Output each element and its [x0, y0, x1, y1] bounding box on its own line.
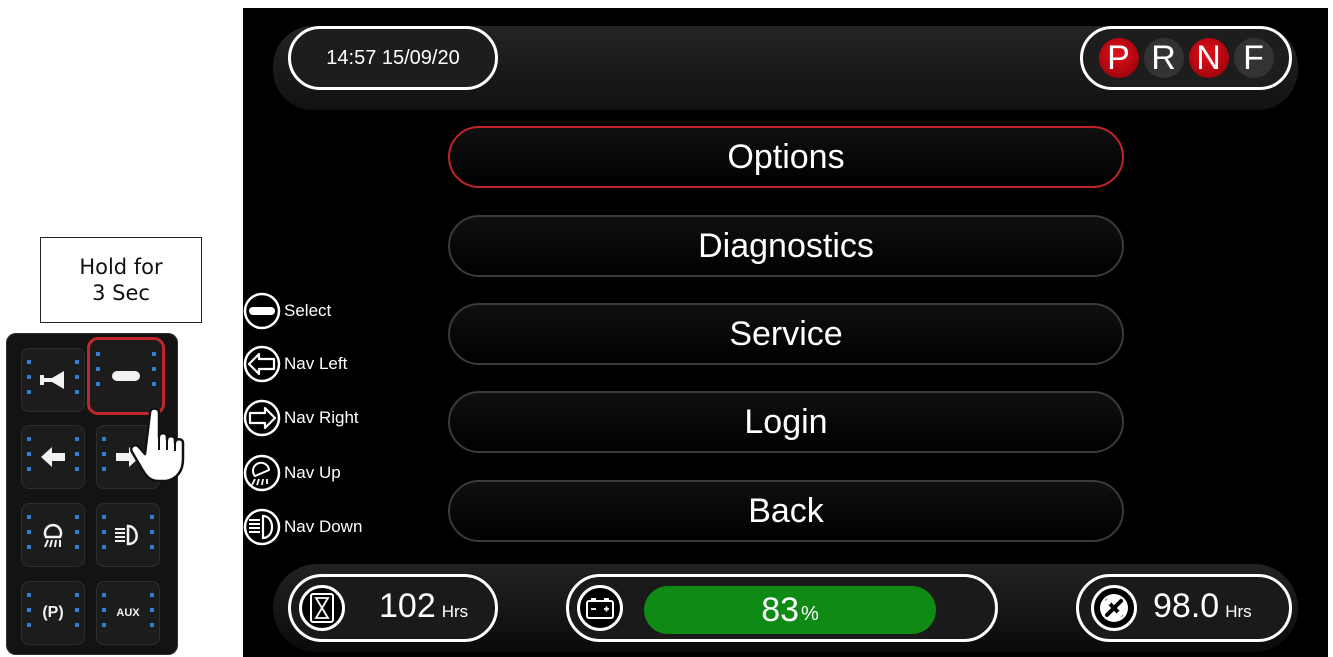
select-key[interactable] — [90, 340, 162, 412]
aux-label: AUX — [116, 607, 140, 619]
nav-left-key[interactable] — [21, 425, 85, 489]
menu-back-button[interactable]: Back — [448, 480, 1124, 542]
gear-p: P — [1098, 38, 1139, 78]
legend-nav-down: Nav Down — [243, 508, 362, 546]
hour-meter-value: 102 — [379, 587, 436, 625]
wrench-screwdriver-icon — [1091, 585, 1137, 631]
work-light-key[interactable] — [21, 503, 85, 567]
gear-f: F — [1233, 38, 1274, 78]
headlight-icon — [115, 524, 138, 546]
legend-select: Select — [243, 292, 331, 330]
legend-nav-left-label: Nav Left — [284, 354, 348, 373]
battery-meter: 83% — [566, 574, 998, 642]
legend-nav-down-label: Nav Down — [284, 517, 363, 536]
legend-select-label: Select — [284, 301, 332, 320]
display-screen: 14:57 15/09/20 P R N F Options Diagnosti… — [243, 8, 1328, 657]
aux-key[interactable]: AUX — [96, 581, 160, 645]
horn-icon — [40, 371, 64, 389]
physical-keypad: (P) AUX — [6, 333, 178, 655]
headlight-icon — [243, 508, 281, 546]
gear-indicator: P R N F — [1080, 26, 1292, 90]
service-meter-unit: Hrs — [1225, 602, 1252, 621]
legend-nav-up-label: Nav Up — [284, 463, 341, 482]
legend-nav-right: Nav Right — [243, 399, 359, 437]
select-bar-icon — [112, 371, 140, 381]
parking-brake-icon: (P) — [42, 604, 64, 621]
battery-unit: % — [801, 602, 819, 625]
hour-meter-unit: Hrs — [441, 602, 469, 621]
work-light-icon — [243, 454, 281, 492]
work-light-icon — [43, 523, 63, 548]
hold-hint-label: Hold for 3 Sec — [40, 237, 202, 323]
date-time-display: 14:57 15/09/20 — [288, 26, 498, 90]
hint-line-2: 3 Sec — [92, 281, 150, 305]
horn-key[interactable] — [21, 348, 85, 412]
service-meter: 98.0 Hrs — [1076, 574, 1292, 642]
arrow-right-icon — [243, 399, 281, 437]
legend-nav-left: Nav Left — [243, 345, 347, 383]
hourglass-icon — [299, 585, 345, 631]
menu-login-button[interactable]: Login — [448, 391, 1124, 453]
legend-nav-up: Nav Up — [243, 454, 341, 492]
battery-value: 83 — [761, 590, 800, 629]
battery-icon — [577, 585, 623, 631]
arrow-left-icon — [243, 345, 281, 383]
menu-diagnostics-button[interactable]: Diagnostics — [448, 215, 1124, 277]
battery-level-bar: 83% — [644, 586, 936, 634]
select-icon — [243, 292, 281, 330]
hint-line-1: Hold for — [79, 255, 163, 279]
service-meter-readout: 98.0 Hrs — [1153, 587, 1252, 626]
service-meter-value: 98.0 — [1153, 587, 1220, 625]
pointing-hand-icon — [130, 407, 185, 483]
headlight-key[interactable] — [96, 503, 160, 567]
gear-n: N — [1188, 38, 1229, 78]
menu-service-button[interactable]: Service — [448, 303, 1124, 365]
legend-nav-right-label: Nav Right — [284, 408, 359, 427]
parking-brake-key[interactable]: (P) — [21, 581, 85, 645]
hour-meter-readout: 102 Hrs — [379, 587, 468, 626]
hour-meter: 102 Hrs — [288, 574, 498, 642]
arrow-left-icon — [41, 447, 65, 467]
battery-readout: 83% — [644, 586, 936, 634]
gear-r: R — [1143, 38, 1184, 78]
menu-options-button[interactable]: Options — [448, 126, 1124, 188]
